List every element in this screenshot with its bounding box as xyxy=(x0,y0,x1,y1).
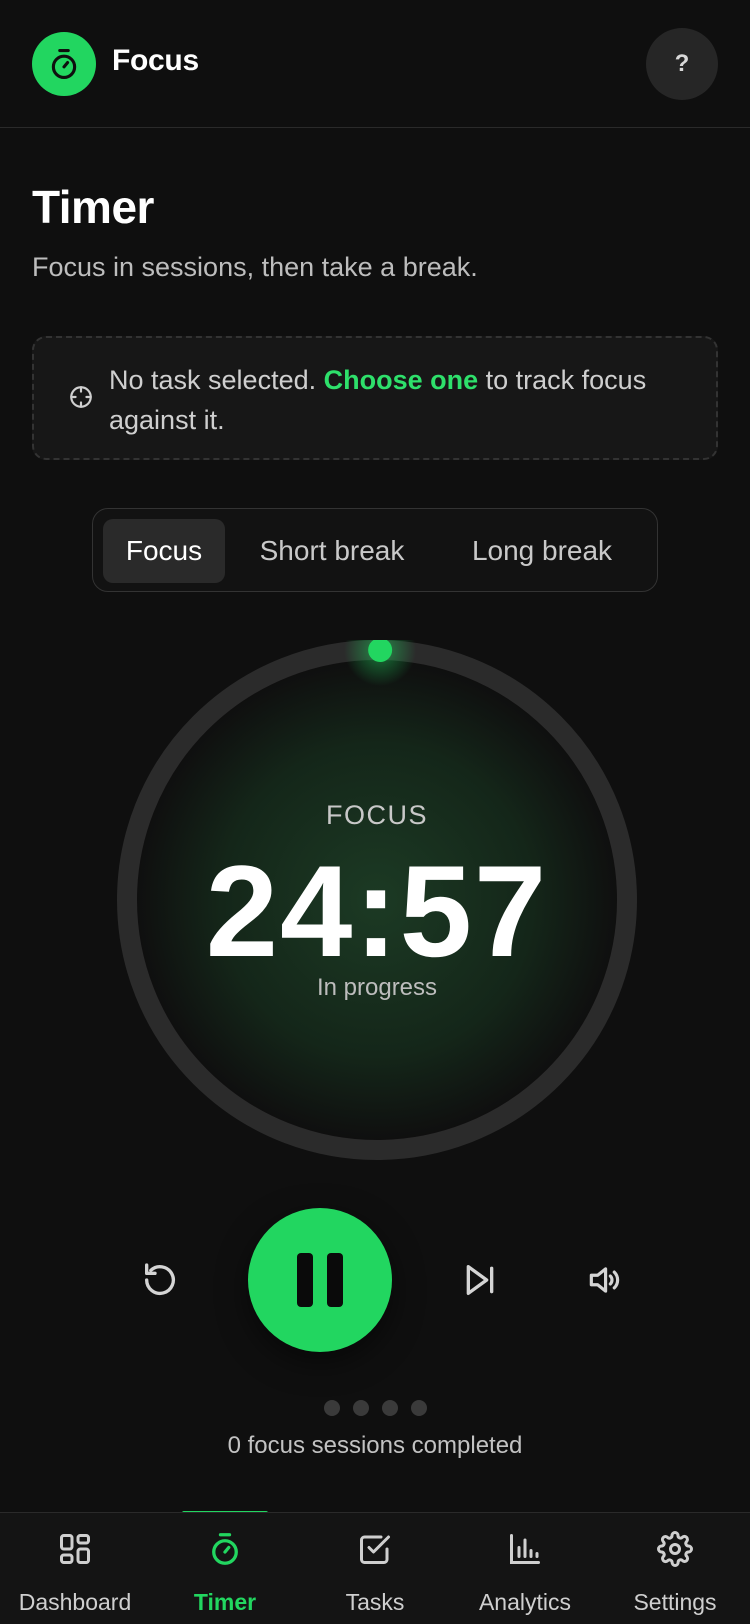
skip-icon xyxy=(466,1265,494,1295)
task-notice-text: No task selected. Choose one to track fo… xyxy=(109,360,669,440)
tab-short-break[interactable]: Short break xyxy=(233,519,431,583)
settings-icon xyxy=(657,1531,693,1567)
task-notice: No task selected. Choose one to track fo… xyxy=(32,336,718,460)
nav-item-tasks[interactable]: Tasks xyxy=(300,1513,450,1624)
tasks-icon xyxy=(360,1535,390,1564)
mode-tabs: Focus Short break Long break xyxy=(92,508,658,592)
reset-button[interactable] xyxy=(136,1256,184,1304)
sessions-completed-text: 0 focus sessions completed xyxy=(227,1432,523,1459)
timer-status: In progress xyxy=(316,974,438,1001)
task-notice-prefix: No task selected. xyxy=(109,365,324,395)
timer-icon xyxy=(212,1533,238,1565)
tab-long-break[interactable]: Long break xyxy=(439,519,645,583)
help-button[interactable]: ? xyxy=(646,28,718,100)
skip-button[interactable] xyxy=(456,1256,504,1304)
nav-label: Analytics xyxy=(478,1589,572,1615)
volume-icon xyxy=(589,1267,620,1293)
tab-focus[interactable]: Focus xyxy=(103,519,225,583)
page-subtitle: Focus in sessions, then take a break. xyxy=(32,252,478,282)
choose-task-link[interactable]: Choose one xyxy=(324,365,479,395)
nav-label: Timer xyxy=(193,1589,257,1615)
nav-label: Dashboard xyxy=(18,1589,132,1615)
app-header: Focus ? xyxy=(0,0,750,128)
page-title: Timer xyxy=(32,181,154,233)
timer-dial: FOCUS 24:57 In progress xyxy=(117,640,637,1160)
crosshair-icon xyxy=(70,386,92,408)
pause-icon xyxy=(297,1253,343,1307)
nav-label: Tasks xyxy=(345,1589,405,1615)
app-title: Focus xyxy=(112,44,199,77)
nav-item-settings[interactable]: Settings xyxy=(600,1513,750,1624)
pause-button[interactable] xyxy=(248,1208,392,1352)
bottom-nav: Dashboard Timer Tasks Analytics Settings xyxy=(0,1512,750,1624)
timer-countdown: 24:57 xyxy=(205,838,549,984)
nav-label: Settings xyxy=(633,1589,717,1615)
reset-icon xyxy=(145,1263,175,1296)
nav-item-analytics[interactable]: Analytics xyxy=(450,1513,600,1624)
session-dot xyxy=(324,1400,340,1416)
nav-item-dashboard[interactable]: Dashboard xyxy=(0,1513,150,1624)
nav-item-timer[interactable]: Timer xyxy=(150,1513,300,1624)
analytics-icon xyxy=(510,1534,540,1564)
stopwatch-icon xyxy=(51,48,77,80)
session-dot xyxy=(382,1400,398,1416)
dashboard-icon xyxy=(60,1534,90,1564)
sound-button[interactable] xyxy=(580,1256,628,1304)
app-logo xyxy=(32,32,96,96)
timer-mode-label: FOCUS xyxy=(326,800,428,830)
session-dot xyxy=(353,1400,369,1416)
session-dots xyxy=(324,1400,428,1416)
session-dot xyxy=(411,1400,427,1416)
